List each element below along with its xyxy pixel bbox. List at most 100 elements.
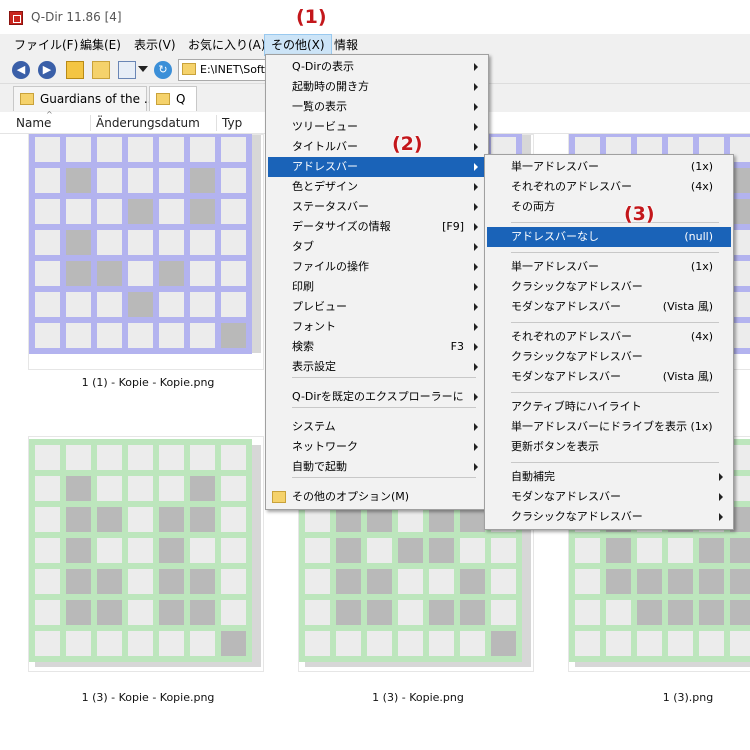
- other-menu-item[interactable]: ツリービュー: [268, 117, 486, 137]
- address-menu-item[interactable]: モダンなアドレスバー (Vista 風): [487, 367, 731, 387]
- menu-info[interactable]: 情報: [328, 34, 364, 56]
- thumbnail-cell: [637, 631, 662, 656]
- menu-item-label: それぞれのアドレスバー: [511, 330, 632, 343]
- other-menu-item[interactable]: 検索 F3: [268, 337, 486, 357]
- thumbnail-cell: [128, 507, 153, 532]
- forward-icon[interactable]: ▶: [38, 61, 56, 79]
- thumbnail-cell: [159, 137, 184, 162]
- menu-view[interactable]: 表示(V): [128, 34, 182, 56]
- other-menu-item[interactable]: 印刷: [268, 277, 486, 297]
- address-menu-item[interactable]: それぞれのアドレスバー (4x): [487, 327, 731, 347]
- thumbnail-cell: [429, 569, 454, 594]
- menu-item-label: 検索: [292, 340, 314, 353]
- annotation-2: (2): [392, 133, 423, 155]
- address-bar[interactable]: E:\INET\Soft: [178, 59, 278, 81]
- address-menu-item[interactable]: 単一アドレスバー (1x): [487, 257, 731, 277]
- other-menu-item[interactable]: 色とデザイン: [268, 177, 486, 197]
- submenu-arrow-icon: [719, 473, 723, 481]
- thumbnail-cell: [221, 631, 246, 656]
- thumbnail-cell: [637, 569, 662, 594]
- other-menu-item[interactable]: 自動で起動: [268, 457, 486, 477]
- menu-separator: [511, 222, 719, 223]
- address-menu-item[interactable]: 更新ボタンを表示: [487, 437, 731, 457]
- address-menu-item[interactable]: それぞれのアドレスバー (4x): [487, 177, 731, 197]
- thumbnail-cell: [159, 230, 184, 255]
- other-menu: Q-Dirの表示 起動時の開き方 一覧の表示 ツリービュー タイトルバー アドレスバー 色と…: [265, 54, 489, 510]
- address-menu-item[interactable]: 単一アドレスバー (1x): [487, 157, 731, 177]
- address-menu-item[interactable]: その両方: [487, 197, 731, 217]
- address-menu-item[interactable]: モダンなアドレスバー: [487, 487, 731, 507]
- thumbnail-cell: [305, 538, 330, 563]
- column-date[interactable]: Änderungsdatum: [92, 112, 216, 134]
- thumbnail-cell: [35, 507, 60, 532]
- menu-favorites[interactable]: お気に入り(A): [182, 34, 272, 56]
- file-thumbnail[interactable]: [28, 134, 264, 370]
- view-dropdown-icon[interactable]: [138, 66, 148, 72]
- other-menu-item[interactable]: 一覧の表示: [268, 97, 486, 117]
- address-menu-item[interactable]: クラシックなアドレスバー: [487, 347, 731, 367]
- other-menu-item[interactable]: プレビュー: [268, 297, 486, 317]
- thumbnail-cell: [460, 569, 485, 594]
- address-menu-item[interactable]: 自動補完: [487, 467, 731, 487]
- other-menu-item[interactable]: Q-Dirの表示: [268, 57, 486, 77]
- thumbnail-cell: [128, 137, 153, 162]
- thumbnail-cell: [66, 631, 91, 656]
- menu-item-shortcut: (1x): [690, 260, 713, 273]
- thumbnail-cell: [97, 323, 122, 348]
- submenu-arrow-icon: [474, 363, 478, 371]
- thumbnail-cell: [190, 137, 215, 162]
- address-menu-item[interactable]: クラシックなアドレスバー: [487, 507, 731, 527]
- address-menu-item[interactable]: 単一アドレスバーにドライブを表示 (1x): [487, 417, 731, 437]
- thumbnail-cell: [35, 569, 60, 594]
- other-menu-item[interactable]: その他のオプション(M): [268, 487, 486, 507]
- view-mode-icon[interactable]: [118, 61, 136, 79]
- address-menu-item[interactable]: クラシックなアドレスバー: [487, 277, 731, 297]
- other-menu-item[interactable]: 起動時の開き方: [268, 77, 486, 97]
- column-type[interactable]: Typ: [218, 112, 268, 134]
- menu-item-label: モダンなアドレスバー: [511, 300, 621, 313]
- other-menu-item[interactable]: アドレスバー: [268, 157, 486, 177]
- thumbnail-cell: [35, 230, 60, 255]
- thumbnail-cell: [460, 507, 485, 532]
- thumbnail-cell: [398, 631, 423, 656]
- other-menu-item[interactable]: Q-Dirを既定のエクスプローラーに: [268, 387, 486, 407]
- new-folder-icon[interactable]: [92, 61, 110, 79]
- submenu-arrow-icon: [474, 323, 478, 331]
- column-separator[interactable]: [90, 115, 91, 131]
- back-icon[interactable]: ◀: [12, 61, 30, 79]
- thumbnail-cell: [398, 507, 423, 532]
- thumbnail-cell: [221, 569, 246, 594]
- other-menu-item[interactable]: タイトルバー: [268, 137, 486, 157]
- other-menu-item[interactable]: フォント: [268, 317, 486, 337]
- thumbnail-cell: [190, 323, 215, 348]
- other-menu-item[interactable]: システム: [268, 417, 486, 437]
- menu-separator: [292, 477, 476, 478]
- other-menu-item[interactable]: データサイズの情報 [F9]: [268, 217, 486, 237]
- submenu-arrow-icon: [474, 63, 478, 71]
- up-folder-icon[interactable]: [66, 61, 84, 79]
- file-thumbnail[interactable]: [28, 436, 264, 672]
- address-menu-item[interactable]: モダンなアドレスバー (Vista 風): [487, 297, 731, 317]
- other-menu-item[interactable]: 表示設定: [268, 357, 486, 377]
- address-menu-item[interactable]: アクティブ時にハイライト: [487, 397, 731, 417]
- column-separator[interactable]: [216, 115, 217, 131]
- thumbnail-cell: [35, 631, 60, 656]
- thumbnail-cell: [221, 323, 246, 348]
- folder-icon: [272, 491, 286, 503]
- menu-edit[interactable]: 編集(E): [74, 34, 127, 56]
- other-menu-item[interactable]: ファイルの操作: [268, 257, 486, 277]
- other-menu-item[interactable]: ネットワーク: [268, 437, 486, 457]
- menu-file[interactable]: ファイル(F): [8, 34, 84, 56]
- thumbnail-cell: [429, 631, 454, 656]
- refresh-icon[interactable]: ↻: [154, 61, 172, 79]
- menu-item-label: 単一アドレスバーにドライブを表示 (1x): [511, 420, 713, 433]
- address-menu-item[interactable]: アドレスバーなし (null): [487, 227, 731, 247]
- other-menu-item[interactable]: ステータスバー: [268, 197, 486, 217]
- thumbnail-cell: [97, 137, 122, 162]
- menu-item-label: 印刷: [292, 280, 314, 293]
- other-menu-item[interactable]: タブ: [268, 237, 486, 257]
- tab-q[interactable]: Q: [149, 86, 197, 111]
- thumbnail-cell: [221, 292, 246, 317]
- tab-guardians[interactable]: Guardians of the ...: [13, 86, 155, 111]
- menu-other[interactable]: その他(X): [264, 34, 332, 56]
